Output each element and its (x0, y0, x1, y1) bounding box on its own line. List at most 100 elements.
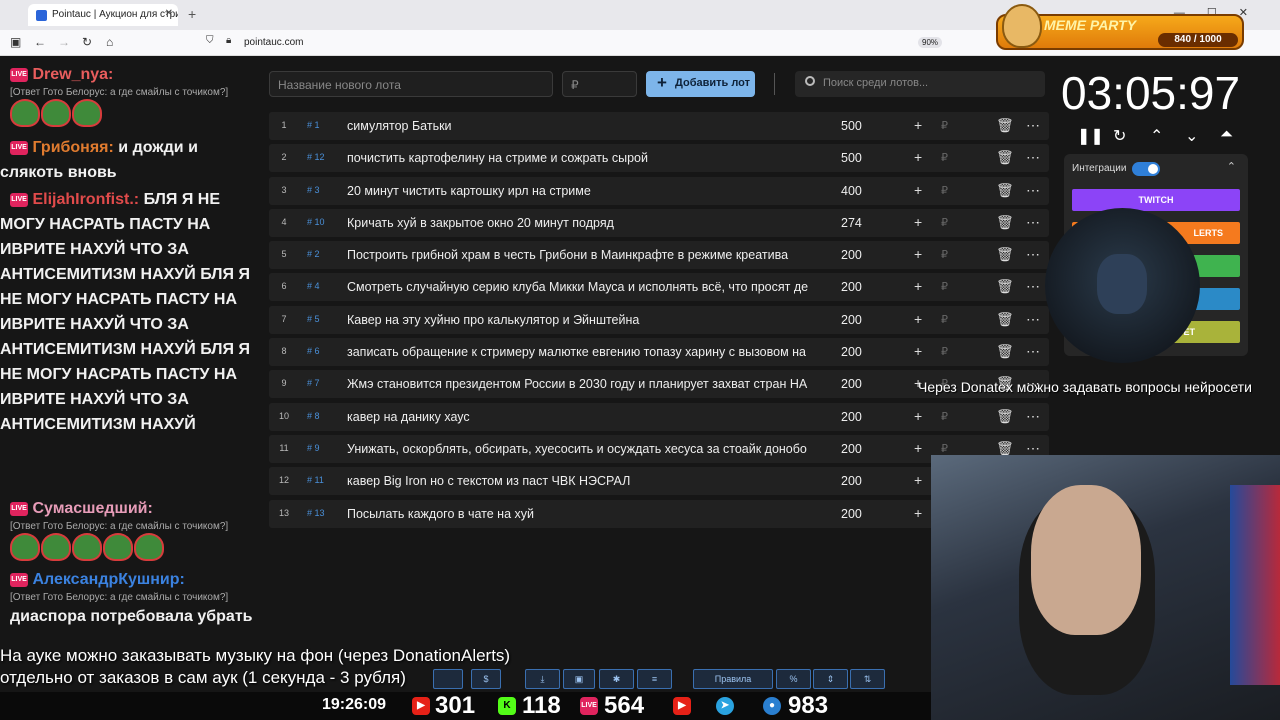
add-amount-icon[interactable]: + (914, 408, 922, 424)
delete-icon[interactable]: 🗑︎ (996, 214, 1014, 231)
zoom-level[interactable]: 90% (918, 37, 943, 48)
lot-row[interactable]: 4 # 10 Кричать хуй в закрытое окно 20 мину… (269, 208, 1049, 237)
add-amount-icon[interactable]: + (914, 149, 922, 165)
home-icon[interactable]: ⌂ (106, 35, 113, 49)
lot-amount[interactable]: 200 (841, 248, 862, 262)
pause-icon[interactable]: ❚❚ (1077, 126, 1104, 146)
search-input[interactable]: Поиск среди лотов... (795, 71, 1045, 97)
lot-amount[interactable]: 200 (841, 442, 862, 456)
download-button[interactable]: ⤓ (525, 669, 560, 689)
delete-icon[interactable]: 🗑︎ (996, 311, 1014, 328)
twitch-button[interactable]: TWITCH (1072, 189, 1240, 211)
lot-amount[interactable]: 200 (841, 280, 862, 294)
lot-name[interactable]: Кавер на эту хуйню про калькулятор и Эйн… (347, 313, 822, 327)
ruble-icon[interactable]: ₽ (941, 184, 948, 197)
delete-icon[interactable]: 🗑︎ (996, 117, 1014, 134)
lot-name[interactable]: 20 минут чистить картошку ирл на стриме (347, 184, 822, 198)
sort-button[interactable]: ⇅ (850, 669, 885, 689)
chevron-up-icon[interactable]: ⌃ (1150, 126, 1163, 146)
lot-amount[interactable]: 200 (841, 377, 862, 391)
lot-name[interactable]: почистить картофелину на стриме и сожрат… (347, 151, 822, 165)
forward-icon[interactable]: → (58, 35, 70, 49)
lot-amount[interactable]: 200 (841, 345, 862, 359)
delete-icon[interactable]: 🗑︎ (996, 246, 1014, 263)
lot-name[interactable]: кавер на данику хаус (347, 410, 822, 424)
double-chevron-up-icon[interactable]: ⏶ (1220, 126, 1233, 144)
ruble-icon[interactable]: ₽ (941, 442, 948, 455)
new-lot-input[interactable]: Название нового лота (269, 71, 553, 97)
bug-button[interactable]: ✱ (599, 669, 634, 689)
chevron-up-icon[interactable]: ⌃ (1227, 160, 1236, 173)
lot-name[interactable]: Жмэ становится президентом России в 2030… (347, 377, 822, 391)
lot-amount[interactable]: 200 (841, 507, 862, 521)
split-button[interactable]: ⇕ (813, 669, 848, 689)
lot-amount[interactable]: 500 (841, 151, 862, 165)
lot-amount[interactable]: 200 (841, 313, 862, 327)
ruble-icon[interactable]: ₽ (941, 410, 948, 423)
delete-icon[interactable]: 🗑︎ (996, 408, 1014, 425)
lot-name[interactable]: Посылать каждого в чате на хуй (347, 507, 822, 521)
reload-icon[interactable]: ↻ (82, 35, 92, 49)
more-icon[interactable]: ⋯ (1026, 408, 1040, 425)
delete-icon[interactable]: 🗑︎ (996, 278, 1014, 295)
list-button[interactable]: ≡ (637, 669, 672, 689)
more-icon[interactable]: ⋯ (1026, 182, 1040, 199)
lot-row[interactable]: 3 # 3 20 минут чистить картошку ирл на стр… (269, 176, 1049, 205)
integrations-toggle[interactable] (1132, 162, 1160, 176)
ruble-icon[interactable]: ₽ (941, 313, 948, 326)
add-amount-icon[interactable]: + (914, 440, 922, 456)
sidebar-icon[interactable]: ▣ (10, 35, 21, 49)
lot-name[interactable]: симулятор Батьки (347, 119, 822, 133)
toolbar-button[interactable] (433, 669, 463, 689)
shield-icon[interactable]: ⛉ (206, 35, 214, 46)
add-amount-icon[interactable]: + (914, 182, 922, 198)
ruble-icon[interactable]: ₽ (941, 119, 948, 132)
add-amount-icon[interactable]: + (914, 246, 922, 262)
lot-name[interactable]: Кричать хуй в закрытое окно 20 минут под… (347, 216, 822, 230)
delete-icon[interactable]: 🗑︎ (996, 182, 1014, 199)
lot-amount[interactable]: 274 (841, 216, 862, 230)
lot-amount[interactable]: 200 (841, 474, 862, 488)
percent-button[interactable]: % (776, 669, 811, 689)
more-icon[interactable]: ⋯ (1026, 149, 1040, 166)
ruble-icon[interactable]: ₽ (941, 248, 948, 261)
lot-name[interactable]: записать обращение к стримеру малютке ев… (347, 345, 822, 359)
new-tab-icon[interactable]: + (188, 6, 196, 22)
add-amount-icon[interactable]: + (914, 117, 922, 133)
add-amount-icon[interactable]: + (914, 505, 922, 521)
add-amount-icon[interactable]: + (914, 278, 922, 294)
chevron-down-icon[interactable]: ⌄ (1185, 126, 1198, 146)
price-input[interactable]: ₽ (562, 71, 637, 97)
ruble-icon[interactable]: ₽ (941, 280, 948, 293)
back-icon[interactable]: ← (34, 35, 46, 49)
ruble-icon[interactable]: ₽ (941, 345, 948, 358)
lot-amount[interactable]: 400 (841, 184, 862, 198)
lot-row[interactable]: 1 # 1 симулятор Батьки 500 + ₽ 🗑︎ ⋯ (269, 112, 1049, 140)
more-icon[interactable]: ⋯ (1026, 214, 1040, 231)
lot-name[interactable]: Унижать, оскорблять, обсирать, хуесосить… (347, 442, 822, 456)
lot-row[interactable]: 2 # 12 почистить картофелину на стриме и с… (269, 144, 1049, 173)
delete-icon[interactable]: 🗑︎ (996, 149, 1014, 166)
lot-name[interactable]: кавер Big Iron но с текстом из паст ЧВК … (347, 474, 822, 488)
browser-tab[interactable]: Pointauc | Аукцион для стриме ✕ (28, 4, 178, 26)
dollar-button[interactable]: $ (471, 669, 501, 689)
lot-row[interactable]: 5 # 2 Построить грибной храм в честь Грибо… (269, 241, 1049, 270)
lot-amount[interactable]: 500 (841, 119, 862, 133)
ruble-icon[interactable]: ₽ (941, 216, 948, 229)
lot-name[interactable]: Построить грибной храм в честь Грибони в… (347, 248, 822, 262)
save-button[interactable]: ▣ (563, 669, 595, 689)
lot-name[interactable]: Смотреть случайную серию клуба Микки Мау… (347, 280, 822, 294)
more-icon[interactable]: ⋯ (1026, 246, 1040, 263)
reset-icon[interactable]: ↻ (1113, 126, 1126, 146)
more-icon[interactable]: ⋯ (1026, 311, 1040, 328)
close-tab-icon[interactable]: ✕ (165, 8, 173, 19)
lot-amount[interactable]: 200 (841, 410, 862, 424)
add-lot-button[interactable]: + Добавить лот (646, 71, 755, 97)
url-text[interactable]: pointauc.com (244, 37, 303, 48)
ruble-icon[interactable]: ₽ (941, 151, 948, 164)
more-icon[interactable]: ⋯ (1026, 278, 1040, 295)
add-amount-icon[interactable]: + (914, 214, 922, 230)
lot-row[interactable]: 10 # 8 кавер на данику хаус 200 + ₽ 🗑︎ ⋯ (269, 402, 1049, 431)
lot-row[interactable]: 8 # 6 записать обращение к стримеру малютк… (269, 338, 1049, 367)
lot-row[interactable]: 7 # 5 Кавер на эту хуйню про калькулятор и… (269, 305, 1049, 334)
